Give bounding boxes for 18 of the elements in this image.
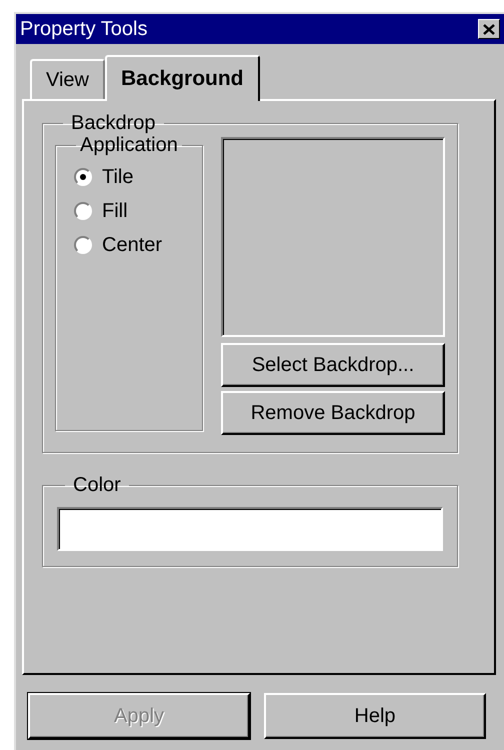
group-title: Application [79,135,179,155]
dialog-button[interactable]: Select Backdrop... [221,343,445,387]
window-title: Property Tools [20,19,148,39]
radio-label: Fill [102,201,128,221]
tab[interactable]: View [30,59,105,99]
group-title: Color [72,475,122,495]
group-title: Backdrop [70,113,156,133]
color-field[interactable] [57,507,443,551]
radio-button[interactable] [74,168,92,186]
radio-button[interactable] [74,202,92,220]
tab[interactable]: Background [105,55,260,101]
radio-label: Tile [102,167,134,187]
radio-label: Center [102,235,162,255]
close-button[interactable] [478,19,500,39]
radio-button[interactable] [74,236,92,254]
dialog-button[interactable]: Remove Backdrop [221,391,445,435]
dialog-button[interactable]: Help [264,693,486,739]
close-icon [483,24,495,34]
